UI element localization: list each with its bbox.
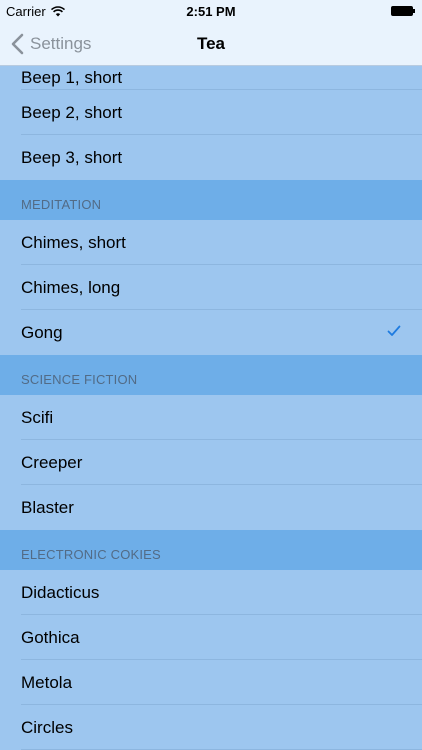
list-item[interactable]: Didacticus — [0, 570, 422, 615]
list-item-label: Creeper — [21, 453, 83, 472]
section-header: ELECTRONIC COKIES — [0, 530, 422, 570]
status-bar: Carrier 2:51 PM — [0, 0, 422, 22]
list-item-label: Beep 3, short — [21, 148, 123, 167]
section-header: MEDITATION — [0, 180, 422, 220]
list-item-label: Gothica — [21, 628, 80, 647]
sound-list: Beep 1, short Beep 2, short Beep 3, shor… — [0, 66, 422, 750]
list-item-label: Chimes, short — [21, 233, 126, 252]
list-item[interactable]: Creeper — [0, 440, 422, 485]
list-item[interactable]: Beep 1, short — [0, 66, 422, 90]
list-item-label: Didacticus — [21, 583, 100, 602]
list-item-label: Metola — [21, 673, 73, 692]
page-title: Tea — [196, 34, 226, 53]
navigation-bar: Settings Tea — [0, 22, 422, 66]
section-header: SCIENCE FICTION — [0, 355, 422, 395]
header: Carrier 2:51 PM Settings Tea — [0, 0, 422, 66]
list-item[interactable]: Chimes, long — [0, 265, 422, 310]
list-item[interactable]: Chimes, short — [0, 220, 422, 265]
list-item[interactable]: Circles — [0, 705, 422, 750]
list-item[interactable]: Blaster — [0, 485, 422, 530]
status-time: 2:51 PM — [186, 4, 236, 19]
battery-icon — [391, 6, 415, 16]
checkmark-icon — [387, 325, 401, 336]
list-item[interactable]: Beep 2, short — [0, 90, 422, 135]
list-item[interactable]: Gothica — [0, 615, 422, 660]
list-item-label: Beep 2, short — [21, 103, 123, 122]
list-item-label: Blaster — [21, 498, 74, 517]
list-item-label: Chimes, long — [21, 278, 121, 297]
list-item-label: Gong — [21, 323, 63, 342]
list-item[interactable]: Metola — [0, 660, 422, 705]
list-item[interactable]: Scifi — [0, 395, 422, 440]
list-item[interactable]: Beep 3, short — [0, 135, 422, 180]
list-item-selected[interactable]: Gong — [0, 310, 422, 355]
list-item-label: Beep 1, short — [21, 68, 123, 87]
list-item-label: Circles — [21, 718, 73, 737]
list-item-label: Scifi — [21, 408, 54, 427]
